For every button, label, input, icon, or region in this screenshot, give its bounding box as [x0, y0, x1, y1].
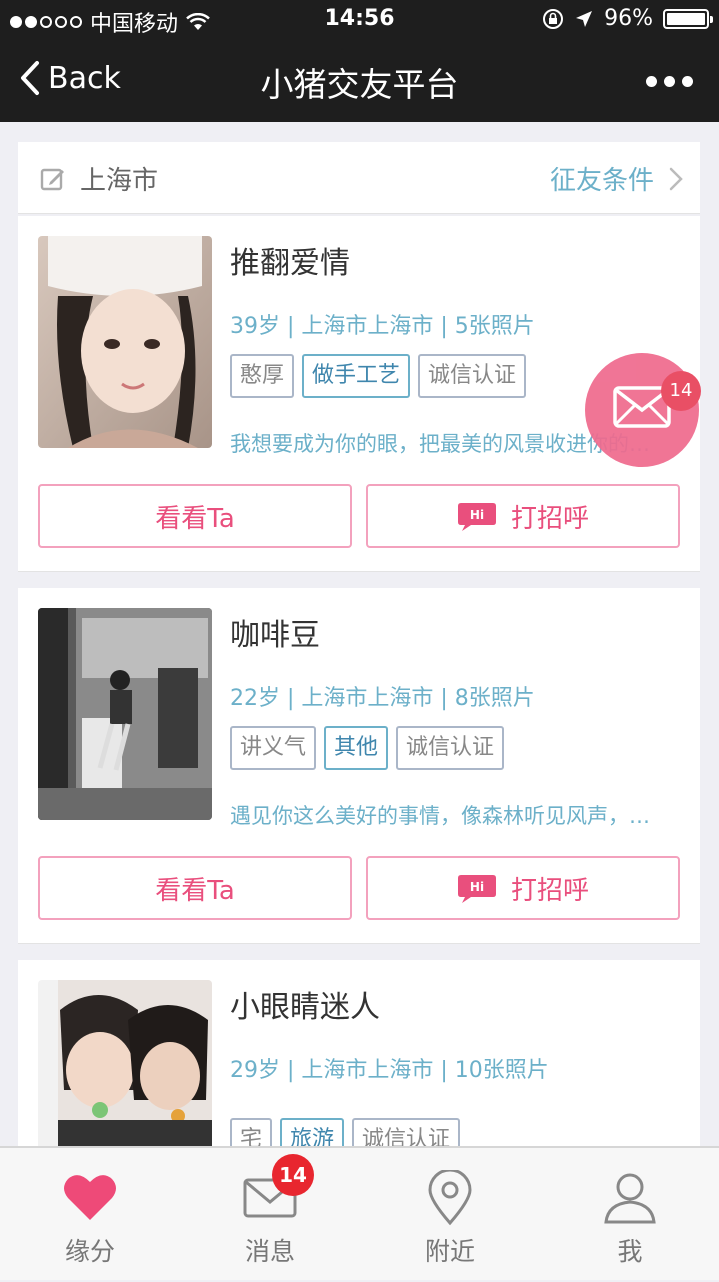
svg-text:Hi: Hi: [470, 880, 484, 894]
nav-bar: Back 小猪交友平台: [0, 40, 719, 122]
tab-me[interactable]: 我: [540, 1148, 719, 1282]
edit-icon[interactable]: [40, 166, 66, 192]
unread-badge: 14: [272, 1154, 314, 1196]
unread-badge: 14: [661, 371, 701, 411]
tag: 诚信认证: [396, 726, 505, 770]
hi-bubble-icon: Hi: [457, 875, 496, 903]
chevron-right-icon: [669, 167, 683, 191]
profile-info: 29岁 | 上海市上海市 | 10张照片: [230, 1058, 549, 1083]
floating-message-button[interactable]: 14: [585, 353, 701, 467]
heart-icon: [64, 1175, 116, 1220]
profile-photo[interactable]: [38, 236, 212, 448]
person-icon: [604, 1173, 656, 1224]
greet-button[interactable]: Hi 打招呼: [366, 484, 680, 548]
tab-nearby[interactable]: 附近: [360, 1148, 540, 1282]
view-profile-button[interactable]: 看看Ta: [38, 856, 352, 920]
tag-list: 讲义气 其他 诚信认证: [230, 726, 505, 770]
profile-name[interactable]: 咖啡豆: [230, 610, 320, 654]
profile-photo[interactable]: [38, 608, 212, 820]
tab-label: 我: [617, 1237, 643, 1266]
city-label[interactable]: 上海市: [80, 160, 158, 197]
rotation-lock-icon: [543, 8, 564, 29]
location-arrow-icon: [576, 10, 593, 27]
top-bar: 中国移动 14:56 96% Back 小猪交友平台: [0, 0, 719, 122]
tag-list: 憨厚 做手工艺 诚信认证: [230, 354, 527, 398]
tag: 做手工艺: [302, 354, 411, 398]
battery-icon: [663, 8, 713, 29]
location-pin-icon: [428, 1170, 472, 1226]
more-options-button[interactable]: [646, 76, 693, 87]
profile-card: 咖啡豆 22岁 | 上海市上海市 | 8张照片 讲义气 其他 诚信认证 遇见你这…: [18, 588, 700, 944]
status-bar: 中国移动 14:56 96%: [0, 0, 719, 40]
page-title: 小猪交友平台: [260, 65, 459, 104]
profile-card: 小眼睛迷人 29岁 | 上海市上海市 | 10张照片 宅 旅游 诚信认证: [18, 960, 700, 1192]
profile-motto: 遇见你这么美好的事情，像森林听见风声，…: [230, 804, 650, 828]
profile-info: 22岁 | 上海市上海市 | 8张照片: [230, 686, 535, 711]
tab-label: 附近: [424, 1237, 475, 1266]
profile-info: 39岁 | 上海市上海市 | 5张照片: [230, 314, 535, 339]
tag: 讲义气: [230, 726, 317, 770]
profile-name[interactable]: 推翻爱情: [230, 238, 350, 282]
battery-percent: 96%: [604, 6, 653, 31]
svg-text:Hi: Hi: [470, 508, 484, 522]
greet-button[interactable]: Hi 打招呼: [366, 856, 680, 920]
profile-name[interactable]: 小眼睛迷人: [230, 982, 380, 1026]
tab-messages[interactable]: 14 消息: [180, 1148, 360, 1282]
filter-bar: 上海市 征友条件: [18, 142, 700, 214]
tag: 其他: [324, 726, 389, 770]
tab-yuanfen[interactable]: 缘分: [0, 1148, 180, 1282]
tab-label: 缘分: [64, 1237, 115, 1266]
view-profile-button[interactable]: 看看Ta: [38, 484, 352, 548]
tag: 憨厚: [230, 354, 295, 398]
tab-label: 消息: [244, 1237, 295, 1266]
friend-conditions-link[interactable]: 征友条件: [550, 160, 654, 197]
bottom-tab-bar: 缘分 14 消息 附近 我: [0, 1146, 719, 1280]
hi-bubble-icon: Hi: [457, 503, 496, 531]
tag: 诚信认证: [418, 354, 527, 398]
